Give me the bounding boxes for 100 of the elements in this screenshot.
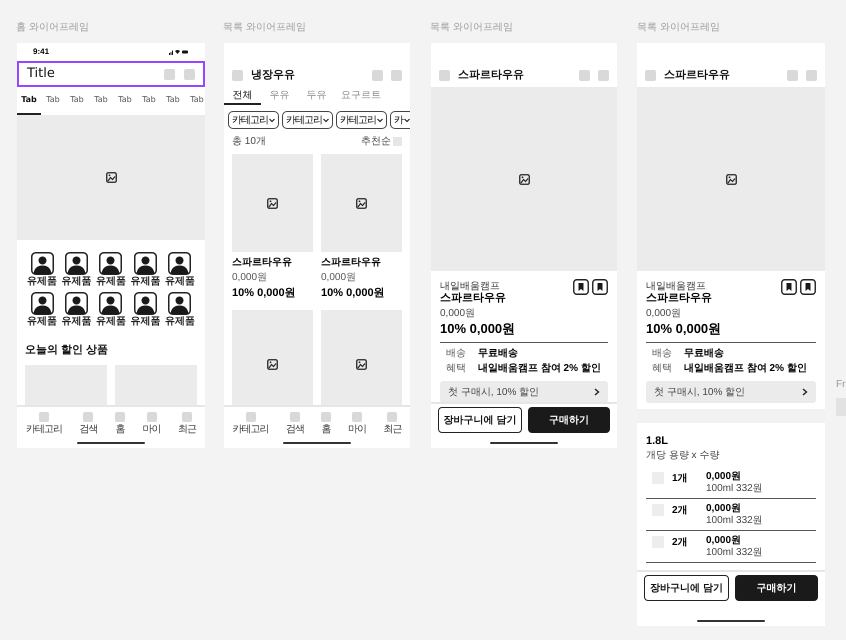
category-label: 유제품 [27,316,58,328]
category-label: 유제품 [130,276,160,288]
product-price: 0,000원 [321,271,358,285]
nav-item[interactable]: 최근 [383,412,402,436]
square-icon[interactable] [787,70,798,80]
sort-icon[interactable] [393,137,402,146]
tab[interactable]: Tab [65,87,89,115]
image-icon [726,174,736,184]
square-icon[interactable] [232,70,243,80]
option-price: 0,000원 [706,502,742,514]
info-value: 내일배움캠프 참여 2% 할인 [478,362,601,376]
square-icon[interactable] [806,70,817,80]
option-quantity: 2개 [672,504,689,518]
person-icon[interactable] [30,292,54,315]
tab[interactable]: 요구르트 [335,87,387,105]
person-icon[interactable] [134,292,157,315]
nav-item[interactable]: 홈 [320,412,331,436]
page-title: 냉장우유 [251,68,295,83]
product-name: 스파르타우유 [646,292,713,305]
info-label: 혜택 [446,362,467,376]
square-icon[interactable] [164,68,175,80]
person-icon[interactable] [168,292,192,315]
tab[interactable]: Tab [185,87,205,115]
tab[interactable]: Tab [161,87,185,115]
person-icon[interactable] [168,252,192,275]
person-icon[interactable] [99,292,122,315]
tab[interactable]: Tab [137,87,161,115]
buy-button[interactable]: 구매하기 [735,575,818,601]
person-icon[interactable] [65,252,88,275]
square-icon[interactable] [598,70,609,80]
product-image[interactable] [321,154,402,252]
square-icon[interactable] [184,68,195,80]
person-icon[interactable] [65,292,88,315]
nav-item[interactable]: 마이 [348,412,366,436]
square-icon[interactable] [579,70,590,80]
frame-label: 홈 와이어프레임 [16,21,89,35]
product-image[interactable] [232,154,313,252]
info-label: 배송 [652,347,673,361]
frame-label: 목록 와이어프레임 [223,21,306,35]
brand-name: 내일배움캠프 [646,280,706,292]
nav-item[interactable]: 최근 [178,412,196,436]
nav-item[interactable]: 마이 [142,412,161,436]
person-icon[interactable] [99,252,122,275]
category-label: 유제품 [96,276,126,288]
product-price: 0,000원 [646,307,682,321]
square-icon[interactable] [645,70,656,80]
page-title: 스파르타우유 [664,68,730,83]
brand-name: 내일배움캠프 [440,280,500,292]
add-to-cart-button[interactable]: 장바구니에 담기 [438,407,522,433]
tab[interactable]: 전체 [224,87,261,105]
filter-chip[interactable]: 카 [390,111,410,129]
coupon-banner[interactable]: 첫 구매시, 10% 할인 [440,381,608,402]
sort-label[interactable]: 추천순 [361,134,391,149]
volume-label: 1.8L [646,434,670,449]
square-icon[interactable] [372,70,383,80]
bookmark-icon[interactable] [592,279,608,295]
option-price: 0,000원 [706,534,742,546]
chevron-down-icon [404,118,410,122]
filter-chip[interactable]: 카테고리 [282,111,333,129]
filter-chip[interactable]: 카테고리 [336,111,387,129]
info-label: 혜택 [652,362,673,376]
option-price: 0,000원 [706,470,742,482]
person-icon[interactable] [30,252,54,275]
frame-label: 목록 와이어프레임 [637,21,720,35]
product-price: 0,000원 [232,271,268,285]
tab[interactable]: 우유 [261,87,298,105]
nav-item[interactable]: 카테고리 [26,412,62,436]
unit-price: 100ml 332원 [706,546,763,558]
nav-item[interactable]: 카테고리 [232,412,269,436]
add-to-cart-button[interactable]: 장바구니에 담기 [644,575,729,601]
tab[interactable]: 두유 [298,87,335,105]
status-icons [169,49,189,55]
nav-item[interactable]: 검색 [79,412,98,436]
tab[interactable]: Tab [113,87,137,115]
bookmark-icon[interactable] [573,279,589,295]
square-icon[interactable] [391,70,402,80]
nav-item[interactable]: 검색 [286,412,304,436]
bookmark-icon[interactable] [800,279,816,295]
sale-price: 10% 0,000원 [646,321,722,337]
buy-button[interactable]: 구매하기 [528,407,610,433]
frame-label: 목록 와이어프레임 [430,21,513,35]
filter-chip[interactable]: 카테고리 [228,111,279,129]
square-icon[interactable] [439,70,450,80]
coupon-banner[interactable]: 첫 구매시, 10% 할인 [646,381,816,403]
bookmark-icon[interactable] [781,279,797,295]
product-name: 스파르타우유 [440,292,507,305]
nav-item[interactable]: 홈 [114,412,125,436]
product-image[interactable] [321,310,402,405]
person-icon[interactable] [134,252,157,275]
option-quantity: 1개 [672,472,689,486]
home-indicator [283,442,351,444]
tab[interactable]: Tab [41,87,65,115]
product-image[interactable] [232,310,313,405]
sale-price: 10% 0,000원 [440,321,516,337]
category-label: 유제품 [62,316,92,328]
sale-price: 10% 0,000원 [232,286,297,301]
image-icon [356,198,367,208]
page-title: 스파르타우유 [458,68,524,83]
volume-hint: 개당 용량 x 수량 [646,450,720,462]
tab[interactable]: Tab [89,87,113,115]
